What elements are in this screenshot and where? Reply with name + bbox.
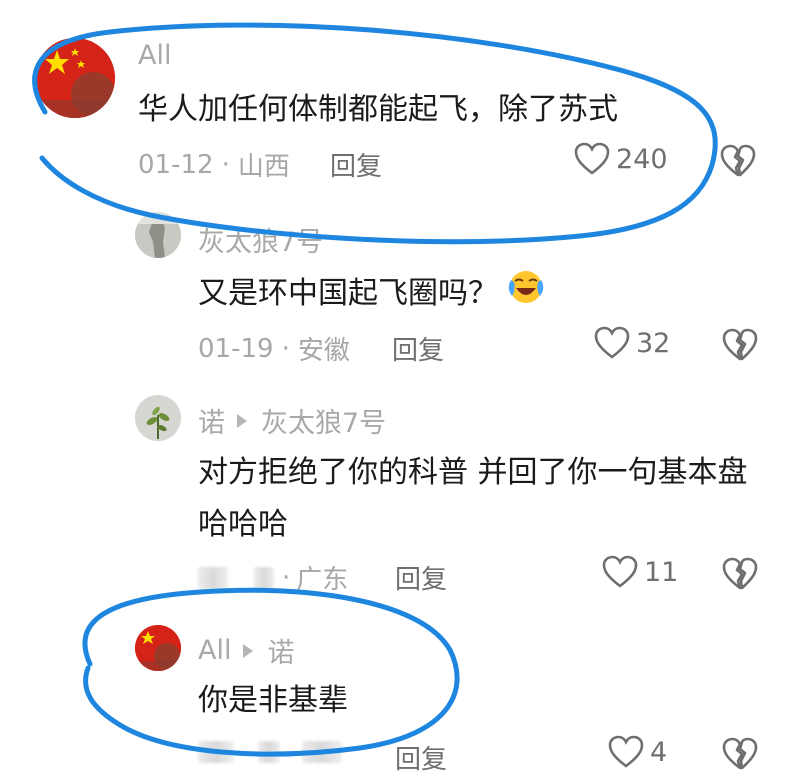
comment-text: 你是非基辈 bbox=[198, 683, 348, 718]
dislike-button[interactable] bbox=[720, 144, 756, 182]
heart-icon bbox=[602, 555, 638, 588]
meta-separator: · bbox=[221, 149, 230, 180]
dislike-button[interactable] bbox=[722, 557, 758, 595]
reply-button[interactable]: 回复 bbox=[392, 330, 444, 367]
like-button[interactable]: 240 bbox=[574, 142, 668, 176]
comment-location: 广东 bbox=[296, 565, 349, 595]
redacted-date bbox=[198, 566, 228, 589]
reply-button[interactable]: 回复 bbox=[395, 559, 447, 596]
reply-arrow-icon bbox=[243, 643, 254, 658]
redacted-date bbox=[254, 566, 274, 589]
comment-meta bbox=[198, 741, 342, 763]
avatar[interactable] bbox=[135, 212, 181, 258]
avatar[interactable] bbox=[35, 38, 115, 118]
reply-button[interactable]: 回复 bbox=[395, 739, 447, 776]
comment-item: 诺 灰太狼7号 对方拒绝了你的科普 并回了你一句基本盘 哈哈哈 · 广东 回复 … bbox=[0, 385, 800, 600]
broken-heart-icon bbox=[722, 557, 758, 590]
meta-separator: · bbox=[282, 562, 291, 593]
heart-icon bbox=[608, 735, 644, 768]
username-line: All 诺 bbox=[198, 631, 294, 670]
comment-location: 山西 bbox=[237, 152, 290, 182]
comment-meta: · 广东 bbox=[198, 559, 348, 596]
dislike-button[interactable] bbox=[722, 737, 758, 775]
broken-heart-icon bbox=[720, 144, 756, 177]
username[interactable]: 灰太狼7号 bbox=[198, 220, 323, 259]
comment-date: 01-12 bbox=[138, 149, 214, 180]
username[interactable]: All bbox=[138, 40, 171, 71]
redacted-date bbox=[258, 741, 280, 763]
comment-meta: 01-12 · 山西 bbox=[138, 146, 290, 183]
avatar[interactable] bbox=[135, 395, 181, 441]
username[interactable]: All bbox=[198, 635, 231, 666]
plant-avatar-icon bbox=[135, 395, 181, 441]
comment-item: All 华人加任何体制都能起飞，除了苏式 01-12 · 山西 回复 240 bbox=[0, 0, 800, 200]
reply-to-username[interactable]: 诺 bbox=[267, 631, 294, 670]
comment-date: 01-19 bbox=[198, 333, 274, 364]
like-count: 4 bbox=[650, 736, 668, 768]
username-line: 诺 灰太狼7号 bbox=[198, 401, 386, 440]
comment-text: 对方拒绝了你的科普 并回了你一句基本盘 哈哈哈 bbox=[198, 455, 748, 542]
china-flag-avatar-icon bbox=[135, 625, 181, 671]
like-count: 240 bbox=[616, 143, 668, 175]
heart-icon bbox=[594, 326, 630, 359]
like-button[interactable]: 4 bbox=[608, 735, 667, 769]
redacted-location bbox=[302, 741, 342, 763]
broken-heart-icon bbox=[722, 328, 758, 361]
reply-button[interactable]: 回复 bbox=[330, 146, 382, 183]
comment-item: 灰太狼7号 又是环中国起飞圈吗？ 01-19 · 安徽 回复 32 bbox=[0, 200, 800, 380]
comment-item: All 诺 你是非基辈 回复 4 bbox=[0, 615, 800, 782]
comment-meta: 01-19 · 安徽 bbox=[198, 330, 350, 367]
like-button[interactable]: 11 bbox=[602, 555, 678, 589]
comment-text-content: 又是环中国起飞圈吗？ bbox=[198, 276, 498, 311]
comment-text: 又是环中国起飞圈吗？ bbox=[198, 266, 546, 323]
laughing-crying-emoji-icon bbox=[506, 266, 546, 323]
avatar[interactable] bbox=[135, 625, 181, 671]
like-count: 32 bbox=[636, 327, 671, 359]
like-button[interactable]: 32 bbox=[594, 326, 670, 360]
heart-icon bbox=[574, 142, 610, 175]
like-count: 11 bbox=[644, 556, 679, 588]
broken-heart-icon bbox=[722, 737, 758, 770]
reply-arrow-icon bbox=[237, 413, 247, 428]
comment-text: 华人加任何体制都能起飞，除了苏式 bbox=[138, 92, 618, 127]
username[interactable]: 诺 bbox=[198, 401, 225, 440]
comment-location: 安徽 bbox=[297, 336, 350, 366]
statue-avatar-icon bbox=[135, 212, 181, 258]
reply-to-username[interactable]: 灰太狼7号 bbox=[261, 401, 386, 440]
dislike-button[interactable] bbox=[722, 328, 758, 366]
china-flag-avatar-icon bbox=[35, 38, 115, 118]
redacted-date bbox=[198, 741, 234, 763]
meta-separator: · bbox=[281, 333, 290, 364]
